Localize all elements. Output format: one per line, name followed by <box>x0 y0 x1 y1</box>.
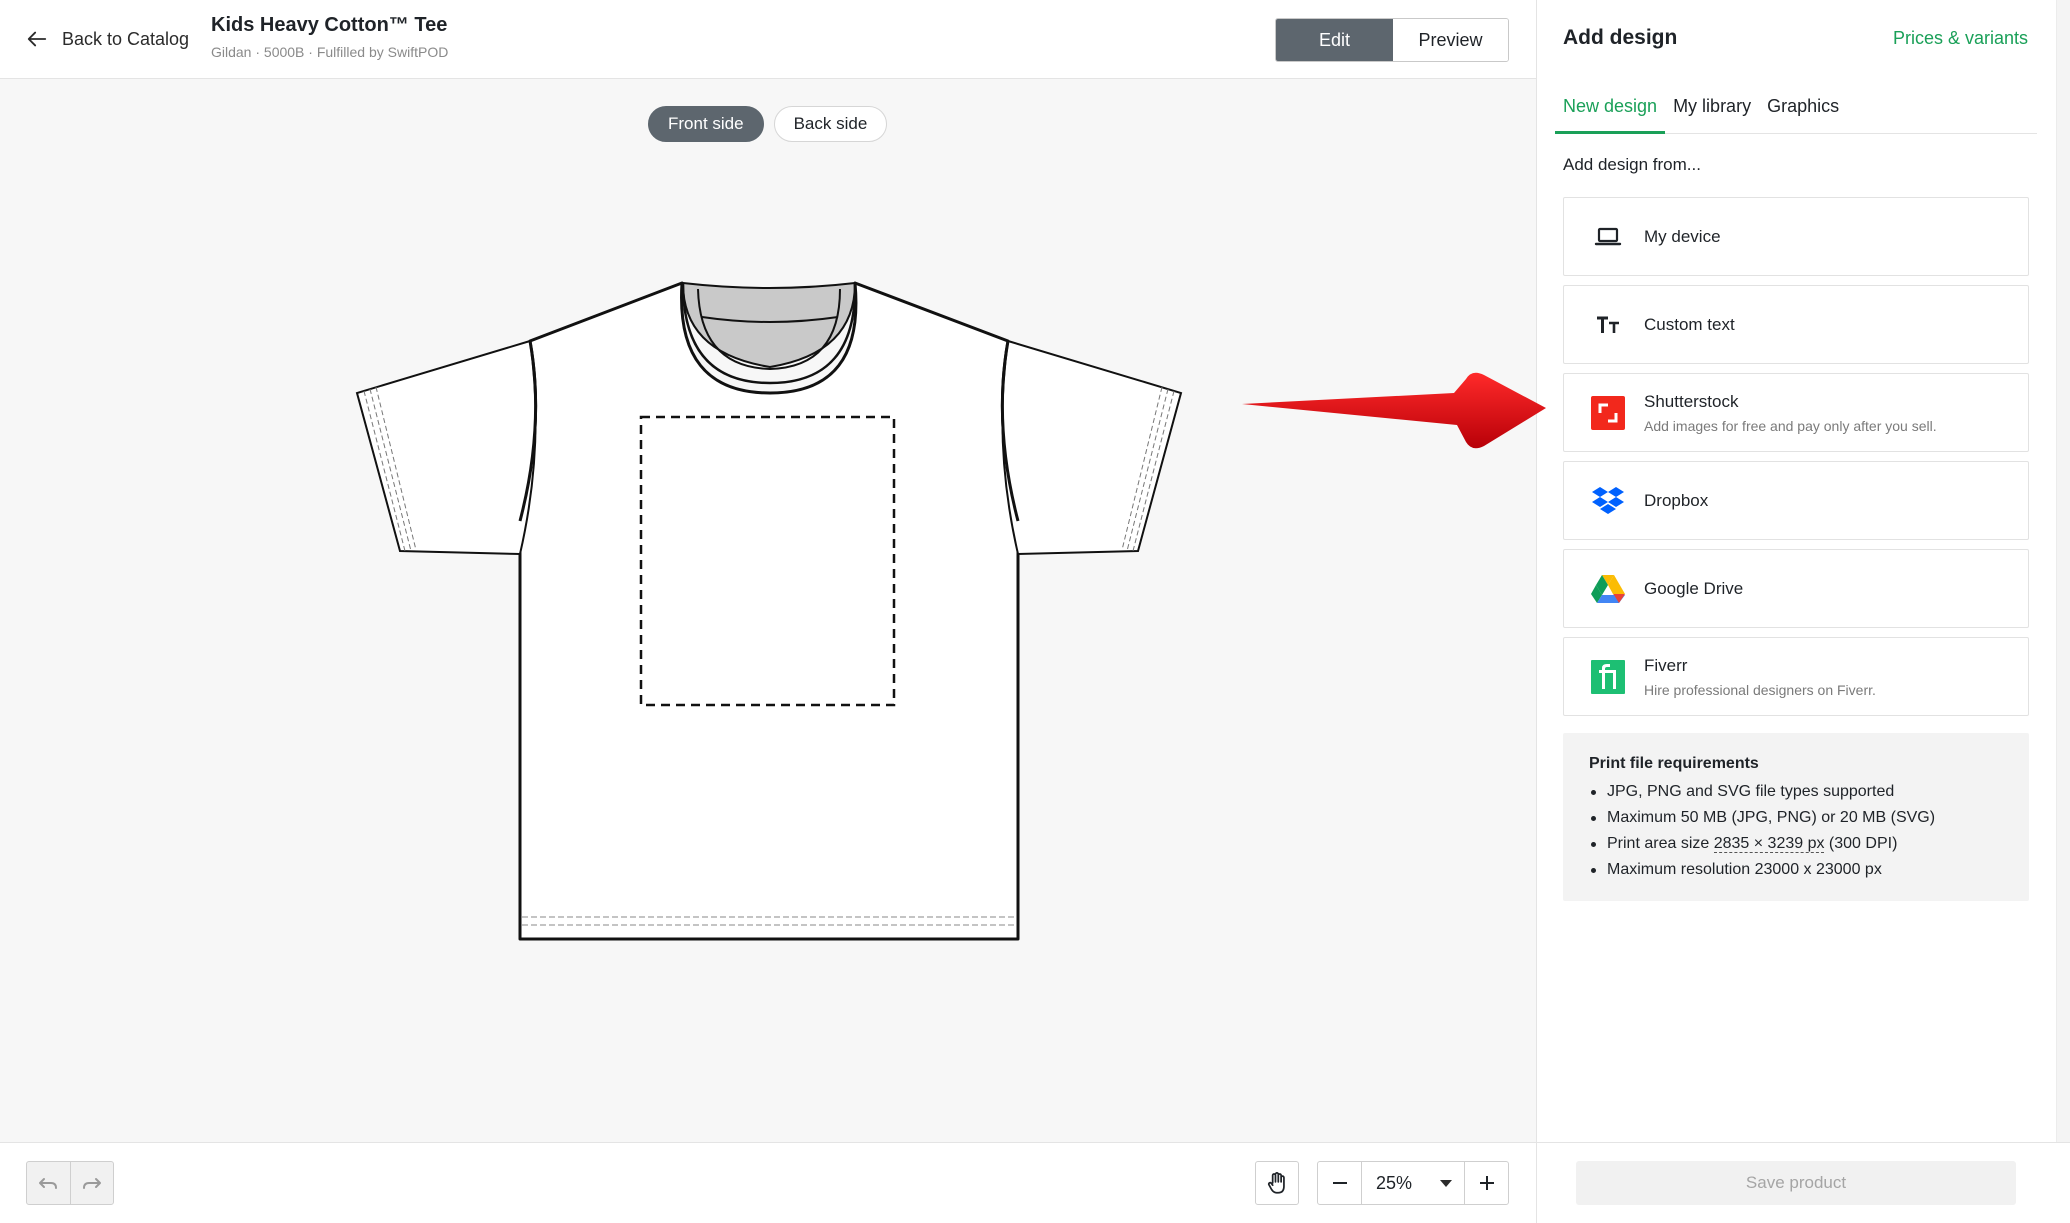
chevron-down-icon <box>1440 1179 1452 1187</box>
source-description: Add images for free and pay only after y… <box>1644 417 1937 434</box>
source-description: Hire professional designers on Fiverr. <box>1644 681 1876 698</box>
source-name: Custom text <box>1644 314 1735 334</box>
source-name: Google Drive <box>1644 578 1744 598</box>
print-file-requirements: Print file requirements JPG, PNG and SVG… <box>1563 733 2029 901</box>
product-subtitle: Gildan · 5000B · Fulfilled by SwiftPOD <box>211 44 449 60</box>
source-custom-text[interactable]: Custom text <box>1563 285 2029 364</box>
dropbox-icon <box>1590 483 1626 519</box>
right-sleeve <box>1001 339 1183 556</box>
design-sources-list: My device Custom text Shutterstock Add i… <box>1563 197 2029 725</box>
panel-title: Add design <box>1563 26 1678 49</box>
back-side-button[interactable]: Back side <box>773 106 888 142</box>
laptop-icon <box>1590 219 1626 255</box>
source-fiverr[interactable]: Fiverr Hire professional designers on Fi… <box>1563 637 2029 716</box>
print-area-suffix: (300 DPI) <box>1824 835 1898 852</box>
tab-graphics[interactable]: Graphics <box>1759 96 1847 134</box>
side-toggle: Front side Back side <box>648 106 888 142</box>
add-design-panel: Add design Prices & variants New design … <box>1536 0 2070 1223</box>
plus-icon <box>1479 1176 1494 1190</box>
tab-new-design[interactable]: New design <box>1555 96 1666 134</box>
requirement-item: Maximum resolution 23000 x 23000 px <box>1589 857 2003 883</box>
source-name: Dropbox <box>1644 490 1709 510</box>
tshirt-mockup[interactable] <box>350 275 1190 945</box>
redo-icon <box>82 1178 101 1189</box>
zoom-in-button[interactable] <box>1464 1162 1508 1204</box>
redo-button[interactable] <box>69 1162 114 1204</box>
print-area-prefix: Print area size <box>1607 835 1714 852</box>
zoom-out-button[interactable] <box>1318 1162 1362 1204</box>
collar-inner <box>681 281 857 369</box>
requirement-item: JPG, PNG and SVG file types supported <box>1589 779 2003 805</box>
bottom-toolbar: 25% <box>0 1142 1536 1223</box>
undo-icon <box>39 1178 58 1189</box>
fiverr-icon <box>1590 659 1626 695</box>
source-my-device[interactable]: My device <box>1563 197 2029 276</box>
hand-icon <box>1268 1172 1285 1194</box>
tab-my-library[interactable]: My library <box>1665 96 1759 134</box>
undo-button[interactable] <box>27 1162 70 1204</box>
left-sleeve <box>355 339 537 556</box>
edit-mode-button[interactable]: Edit <box>1276 19 1393 61</box>
google-drive-icon <box>1590 571 1626 607</box>
product-title: Kids Heavy Cotton™ Tee <box>211 14 448 36</box>
history-group <box>26 1161 114 1205</box>
preview-mode-button[interactable]: Preview <box>1393 19 1508 61</box>
editor-area: Back to Catalog Kids Heavy Cotton™ Tee G… <box>0 0 1536 1223</box>
zoom-select[interactable]: 25% <box>1362 1162 1464 1204</box>
panel-scrollbar[interactable] <box>2056 0 2070 1142</box>
text-icon <box>1590 307 1626 343</box>
add-design-from-label: Add design from... <box>1563 155 1701 174</box>
pan-tool-button[interactable] <box>1255 1161 1299 1205</box>
source-name: Shutterstock <box>1644 391 1739 411</box>
requirement-item: Maximum 50 MB (JPG, PNG) or 20 MB (SVG) <box>1589 805 2003 831</box>
prices-variants-link[interactable]: Prices & variants <box>1893 28 2028 49</box>
back-to-catalog-link[interactable]: Back to Catalog <box>26 24 189 54</box>
zoom-control: 25% <box>1317 1161 1509 1205</box>
print-area-size-tooltip[interactable]: 2835 × 3239 px <box>1713 835 1825 853</box>
source-name: Fiverr <box>1644 655 1688 675</box>
shirt-body <box>518 281 1020 941</box>
requirement-item-print-area: Print area size 2835 × 3239 px (300 DPI) <box>1589 831 2003 857</box>
source-dropbox[interactable]: Dropbox <box>1563 461 2029 540</box>
design-tabs: New design My library Graphics <box>1555 96 2037 134</box>
save-product-button[interactable]: Save product <box>1576 1161 2016 1205</box>
back-label: Back to Catalog <box>62 28 190 49</box>
mode-toggle: Edit Preview <box>1275 18 1509 62</box>
source-google-drive[interactable]: Google Drive <box>1563 549 2029 628</box>
arrow-left-icon <box>27 31 47 47</box>
front-side-button[interactable]: Front side <box>648 106 764 142</box>
shutterstock-icon <box>1590 395 1626 431</box>
top-bar: Back to Catalog Kids Heavy Cotton™ Tee G… <box>0 0 1536 79</box>
requirements-title: Print file requirements <box>1589 755 1759 772</box>
minus-icon <box>1332 1182 1347 1184</box>
zoom-value: 25% <box>1376 1172 1413 1193</box>
source-name: My device <box>1644 226 1721 246</box>
source-shutterstock[interactable]: Shutterstock Add images for free and pay… <box>1563 373 2029 452</box>
panel-footer: Save product <box>1537 1142 2070 1223</box>
